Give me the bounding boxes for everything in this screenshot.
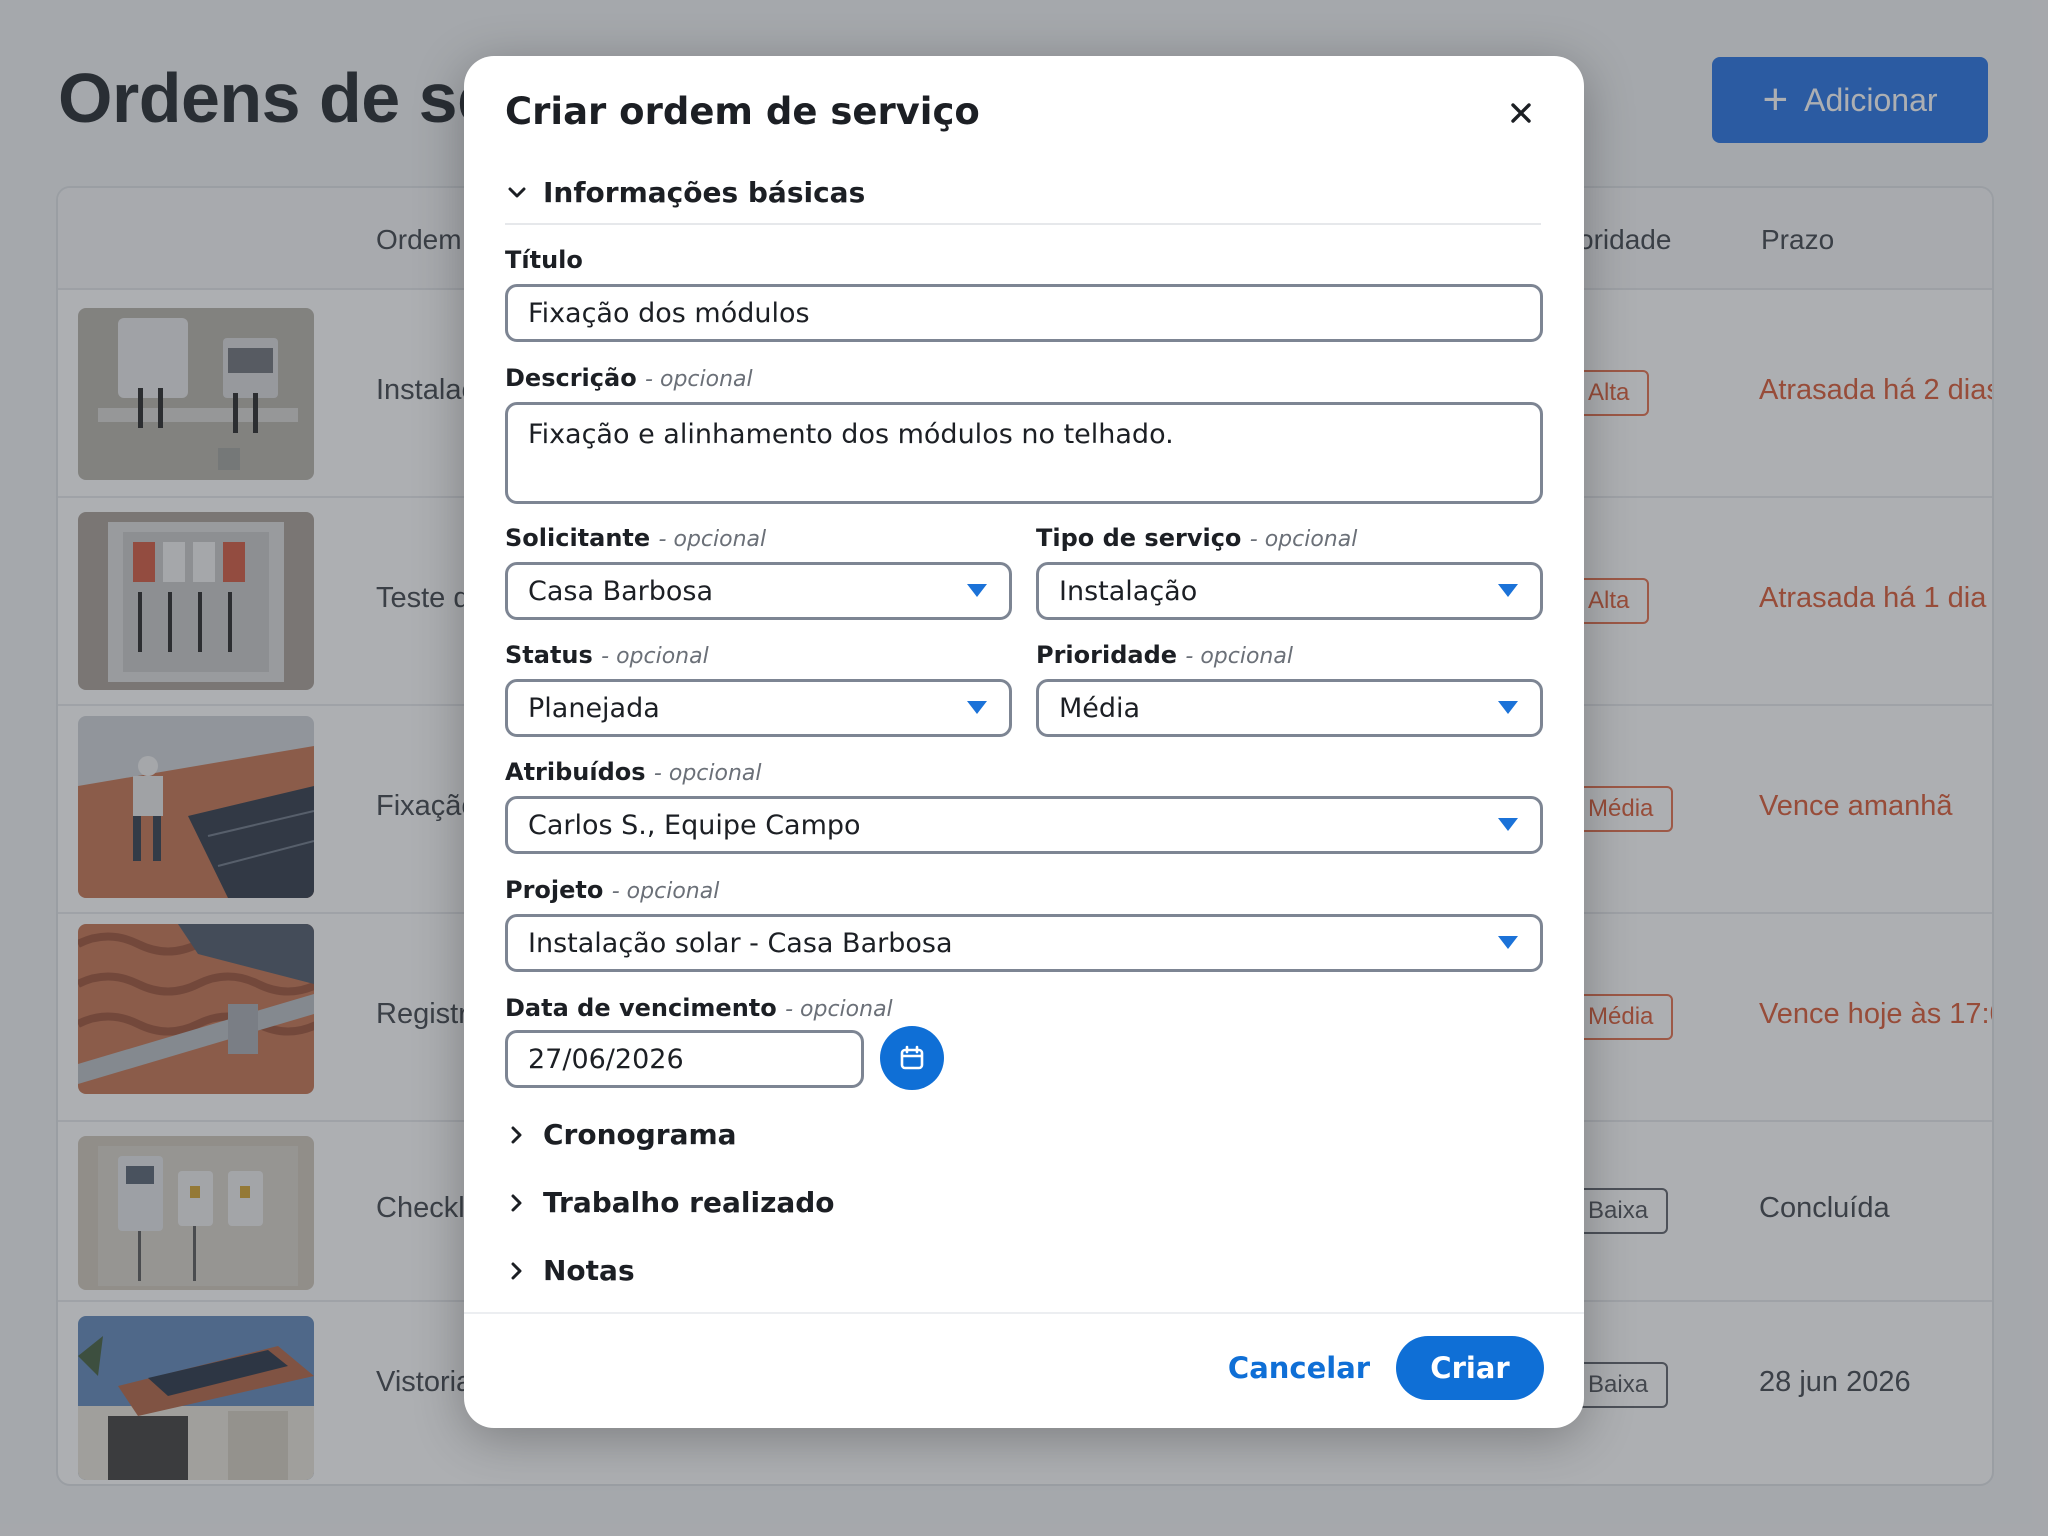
title-label: Título [505,246,583,274]
caret-down-icon [1498,701,1518,714]
requester-label: Solicitante - opcional [505,524,767,552]
caret-down-icon [1498,818,1518,831]
status-label: Status - opcional [505,641,709,669]
cancel-button[interactable]: Cancelar [1224,1336,1374,1400]
service-type-select[interactable]: Instalação [1036,562,1543,620]
create-button[interactable]: Criar [1396,1336,1544,1400]
due-date-input[interactable]: 27/06/2026 [505,1030,864,1088]
description-textarea[interactable]: Fixação e alinhamento dos módulos no tel… [505,402,1543,504]
modal-title: Criar ordem de serviço [505,90,980,133]
requester-select[interactable]: Casa Barbosa [505,562,1012,620]
optional-hint: - opcional [653,761,762,786]
calendar-icon [900,1045,924,1070]
service-type-label: Tipo de serviço - opcional [1036,524,1358,552]
priority-value: Média [1059,692,1141,724]
priority-select[interactable]: Média [1036,679,1543,737]
close-icon [1511,103,1531,123]
section-basic-info-toggle[interactable]: Informações básicas [505,176,865,209]
title-input[interactable]: Fixação dos módulos [505,284,1543,342]
close-button[interactable] [1498,90,1544,136]
footer-divider [464,1312,1584,1314]
chevron-down-icon [508,187,526,197]
create-work-order-modal: Criar ordem de serviço Informações básic… [464,56,1584,1428]
assignees-select[interactable]: Carlos S., Equipe Campo [505,796,1543,854]
chevron-right-icon [511,1126,522,1143]
status-select[interactable]: Planejada [505,679,1012,737]
project-select[interactable]: Instalação solar - Casa Barbosa [505,914,1543,972]
optional-hint: - opcional [1249,527,1358,552]
priority-label: Prioridade - opcional [1036,641,1293,669]
optional-hint: - opcional [658,527,767,552]
due-date-label: Data de vencimento - opcional [505,994,893,1022]
section-basic-info-label: Informações básicas [543,176,866,209]
optional-hint: - opcional [645,367,753,392]
section-divider [505,223,1541,225]
title-input-value: Fixação dos módulos [528,297,810,329]
section-work-done-toggle[interactable]: Trabalho realizado [505,1186,835,1219]
section-notes-label: Notas [543,1254,635,1287]
section-notes-toggle[interactable]: Notas [505,1254,635,1287]
date-picker-button[interactable] [880,1026,944,1090]
due-date-value: 27/06/2026 [528,1043,684,1075]
description-value: Fixação e alinhamento dos módulos no tel… [528,419,1174,450]
chevron-right-icon [511,1194,522,1211]
requester-value: Casa Barbosa [528,575,714,607]
section-schedule-label: Cronograma [543,1118,737,1151]
optional-hint: - opcional [1185,644,1293,669]
optional-hint: - opcional [601,644,709,669]
status-value: Planejada [528,692,660,724]
optional-hint: - opcional [785,997,893,1022]
section-work-done-label: Trabalho realizado [543,1186,835,1219]
assignees-value: Carlos S., Equipe Campo [528,809,861,841]
chevron-right-icon [511,1262,522,1279]
project-label: Projeto - opcional [505,876,720,904]
optional-hint: - opcional [611,879,720,904]
caret-down-icon [1498,584,1518,597]
caret-down-icon [967,584,987,597]
caret-down-icon [1498,936,1518,949]
project-value: Instalação solar - Casa Barbosa [528,927,953,959]
section-schedule-toggle[interactable]: Cronograma [505,1118,737,1151]
caret-down-icon [967,701,987,714]
service-type-value: Instalação [1059,575,1198,607]
description-label: Descrição - opcional [505,364,753,392]
assignees-label: Atribuídos - opcional [505,758,762,786]
